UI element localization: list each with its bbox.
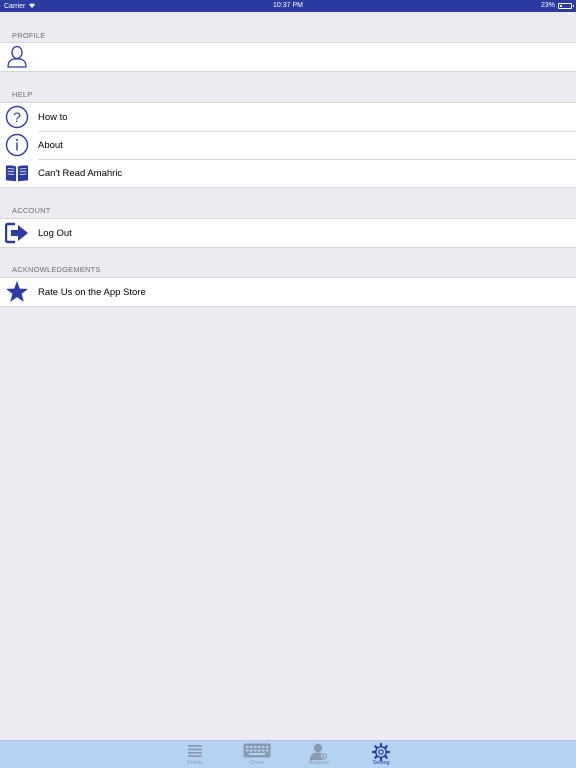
- profile-row[interactable]: [0, 43, 576, 71]
- keyboard-icon: [237, 743, 277, 760]
- battery-percent: 23%: [540, 2, 555, 9]
- help-group: ? How to About Can't Read Amahric: [0, 102, 576, 188]
- about-label: About: [38, 139, 63, 151]
- section-header-account: ACCOUNT: [12, 206, 51, 215]
- status-right: 23%: [540, 2, 574, 9]
- help-row-how-to[interactable]: ? How to: [0, 103, 576, 131]
- user-add-icon: [299, 743, 339, 760]
- tab-register[interactable]: Register: [299, 741, 339, 768]
- star-icon: [5, 280, 29, 304]
- section-header-profile: PROFILE: [12, 31, 46, 40]
- help-row-about[interactable]: About: [0, 131, 576, 159]
- svg-text:?: ?: [13, 109, 21, 125]
- tab-feeds[interactable]: Feeds: [175, 741, 215, 768]
- logout-arrow-icon: [5, 221, 29, 245]
- ack-row-rate-us[interactable]: Rate Us on the App Store: [0, 278, 576, 306]
- status-bar: Carrier 10:37 PM 23%: [0, 0, 576, 12]
- battery-fill: [560, 4, 563, 7]
- status-time: 10:37 PM: [273, 2, 303, 9]
- help-row-cant-read[interactable]: Can't Read Amahric: [0, 159, 576, 187]
- info-circle-icon: [5, 133, 29, 157]
- acknowledgements-group: Rate Us on the App Store: [0, 277, 576, 307]
- tab-register-label: Register: [308, 760, 330, 766]
- list-icon: [175, 743, 215, 760]
- profile-group: [0, 42, 576, 72]
- battery-icon: [558, 2, 574, 9]
- open-book-icon: [5, 161, 29, 185]
- section-header-help: HELP: [12, 90, 33, 99]
- tab-setting[interactable]: Setting: [361, 741, 401, 768]
- tab-check-label: Check: [249, 760, 265, 766]
- user-outline-icon: [5, 45, 29, 69]
- settings-screen: Carrier 10:37 PM 23% PROFILE HELP ? How …: [0, 0, 576, 768]
- question-circle-icon: ?: [5, 105, 29, 129]
- gear-icon: [361, 743, 401, 761]
- tab-bar: Feeds Check Register Setting: [0, 740, 576, 768]
- account-row-log-out[interactable]: Log Out: [0, 219, 576, 247]
- account-group: Log Out: [0, 218, 576, 248]
- section-header-acknowledgements: ACKNOWLEDGEMENTS: [12, 265, 101, 274]
- tab-check[interactable]: Check: [237, 741, 277, 768]
- rate-us-label: Rate Us on the App Store: [38, 286, 146, 298]
- tab-feeds-label: Feeds: [187, 760, 203, 766]
- log-out-label: Log Out: [38, 227, 72, 239]
- tab-setting-label: Setting: [372, 760, 390, 766]
- cant-read-label: Can't Read Amahric: [38, 167, 123, 179]
- how-to-label: How to: [38, 111, 68, 123]
